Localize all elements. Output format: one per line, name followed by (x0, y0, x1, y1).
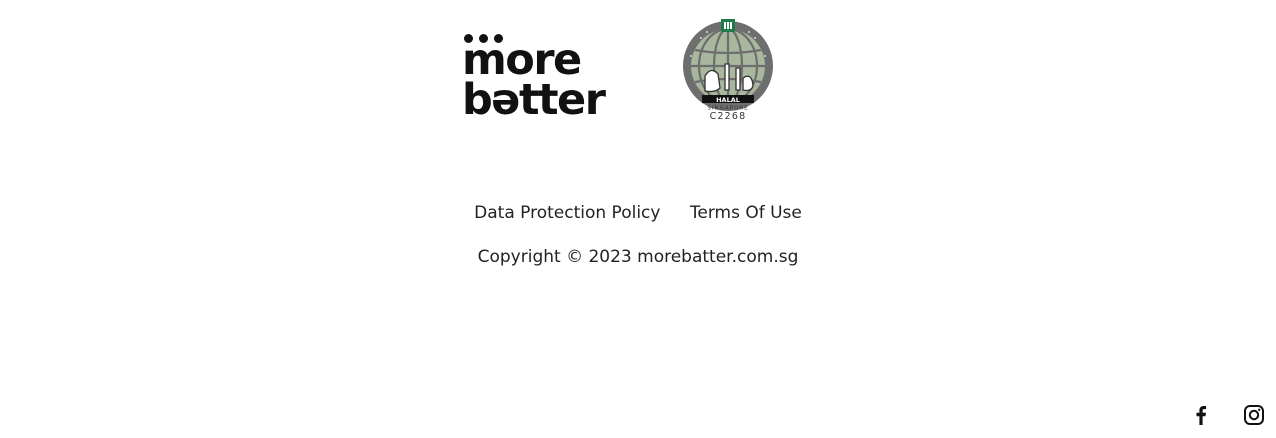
halal-cert-number: C2268 (710, 111, 747, 122)
footer-links: Data Protection Policy Terms Of Use (0, 200, 1276, 226)
halal-singapore-logo: HALAL SINGAPORE C2268 (683, 19, 773, 122)
logo-text-batter: bətter (462, 75, 606, 125)
morebatter-logo[interactable]: more bətter (462, 26, 606, 122)
logo-text-more: more (462, 35, 582, 85)
social-links (1167, 401, 1268, 429)
footer-logos: more bətter HALAL SINGAPORE C2268 (0, 0, 1276, 130)
data-protection-policy-link[interactable]: Data Protection Policy (474, 203, 660, 223)
instagram-icon[interactable] (1240, 401, 1268, 429)
halal-label: HALAL (716, 96, 740, 104)
copyright-text: Copyright © 2023 morebatter.com.sg (477, 247, 799, 267)
terms-of-use-link[interactable]: Terms Of Use (690, 203, 802, 223)
facebook-icon[interactable] (1187, 401, 1215, 429)
